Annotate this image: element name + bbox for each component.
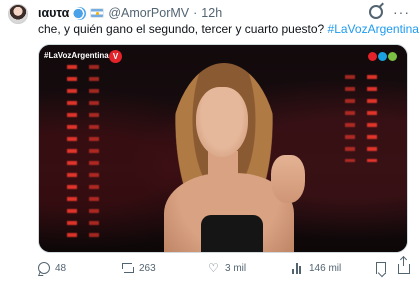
author-name[interactable]: ιαυτα — [38, 6, 69, 20]
retweet-count: 263 — [139, 262, 156, 274]
author-handle[interactable]: @AmorPorMV — [108, 6, 189, 20]
bookmark-icon — [376, 262, 386, 274]
contestant-figure — [139, 55, 319, 252]
stage-lights — [345, 75, 355, 162]
share-icon — [398, 257, 410, 274]
telefe-logo-icon — [368, 52, 397, 61]
header-actions: ··· — [369, 5, 410, 19]
tweet-media-image[interactable]: #LaVozArgentina V — [38, 44, 408, 253]
stage-lights — [67, 65, 77, 242]
more-options-icon[interactable]: ··· — [393, 5, 410, 19]
tweet-header: ιαυτα @AmorPorMV · 12h — [38, 5, 222, 21]
contestant-hand — [271, 155, 305, 203]
separator-dot: · — [193, 6, 198, 20]
contestant-top — [201, 215, 263, 252]
views-count: 146 mil — [309, 262, 342, 274]
stage-lights — [89, 65, 99, 242]
media-overlay-hashtag: #LaVozArgentina — [44, 51, 109, 60]
retweet-icon — [122, 262, 134, 274]
wave-emoji-icon — [73, 6, 87, 20]
avatar[interactable] — [8, 4, 28, 24]
bookmark-button[interactable] — [376, 262, 386, 274]
tweet-timestamp[interactable]: 12h — [201, 6, 222, 20]
like-count: 3 mil — [225, 262, 247, 274]
tweet-actions: 48 263 ♡ 3 mil 146 mil — [38, 257, 410, 278]
heart-icon: ♡ — [208, 261, 219, 275]
grok-icon[interactable] — [369, 5, 383, 19]
reply-count: 48 — [55, 262, 67, 274]
views-chart-icon — [292, 262, 304, 274]
hashtag-link[interactable]: #LaVozArgentina — [328, 22, 419, 36]
argentina-flag-icon — [90, 8, 105, 18]
retweet-button[interactable]: 263 — [122, 262, 156, 274]
tweet-body: che, y quién gano el segundo, tercer y c… — [38, 22, 328, 36]
share-button[interactable] — [398, 257, 410, 274]
tweet-text: che, y quién gano el segundo, tercer y c… — [38, 22, 419, 37]
la-voz-logo-icon: V — [109, 50, 122, 63]
reply-icon — [38, 262, 50, 274]
views-button[interactable]: 146 mil — [292, 262, 341, 274]
stage-lights — [367, 75, 377, 162]
contestant-face — [196, 87, 248, 157]
like-button[interactable]: ♡ 3 mil — [208, 262, 246, 274]
reply-button[interactable]: 48 — [38, 262, 66, 274]
